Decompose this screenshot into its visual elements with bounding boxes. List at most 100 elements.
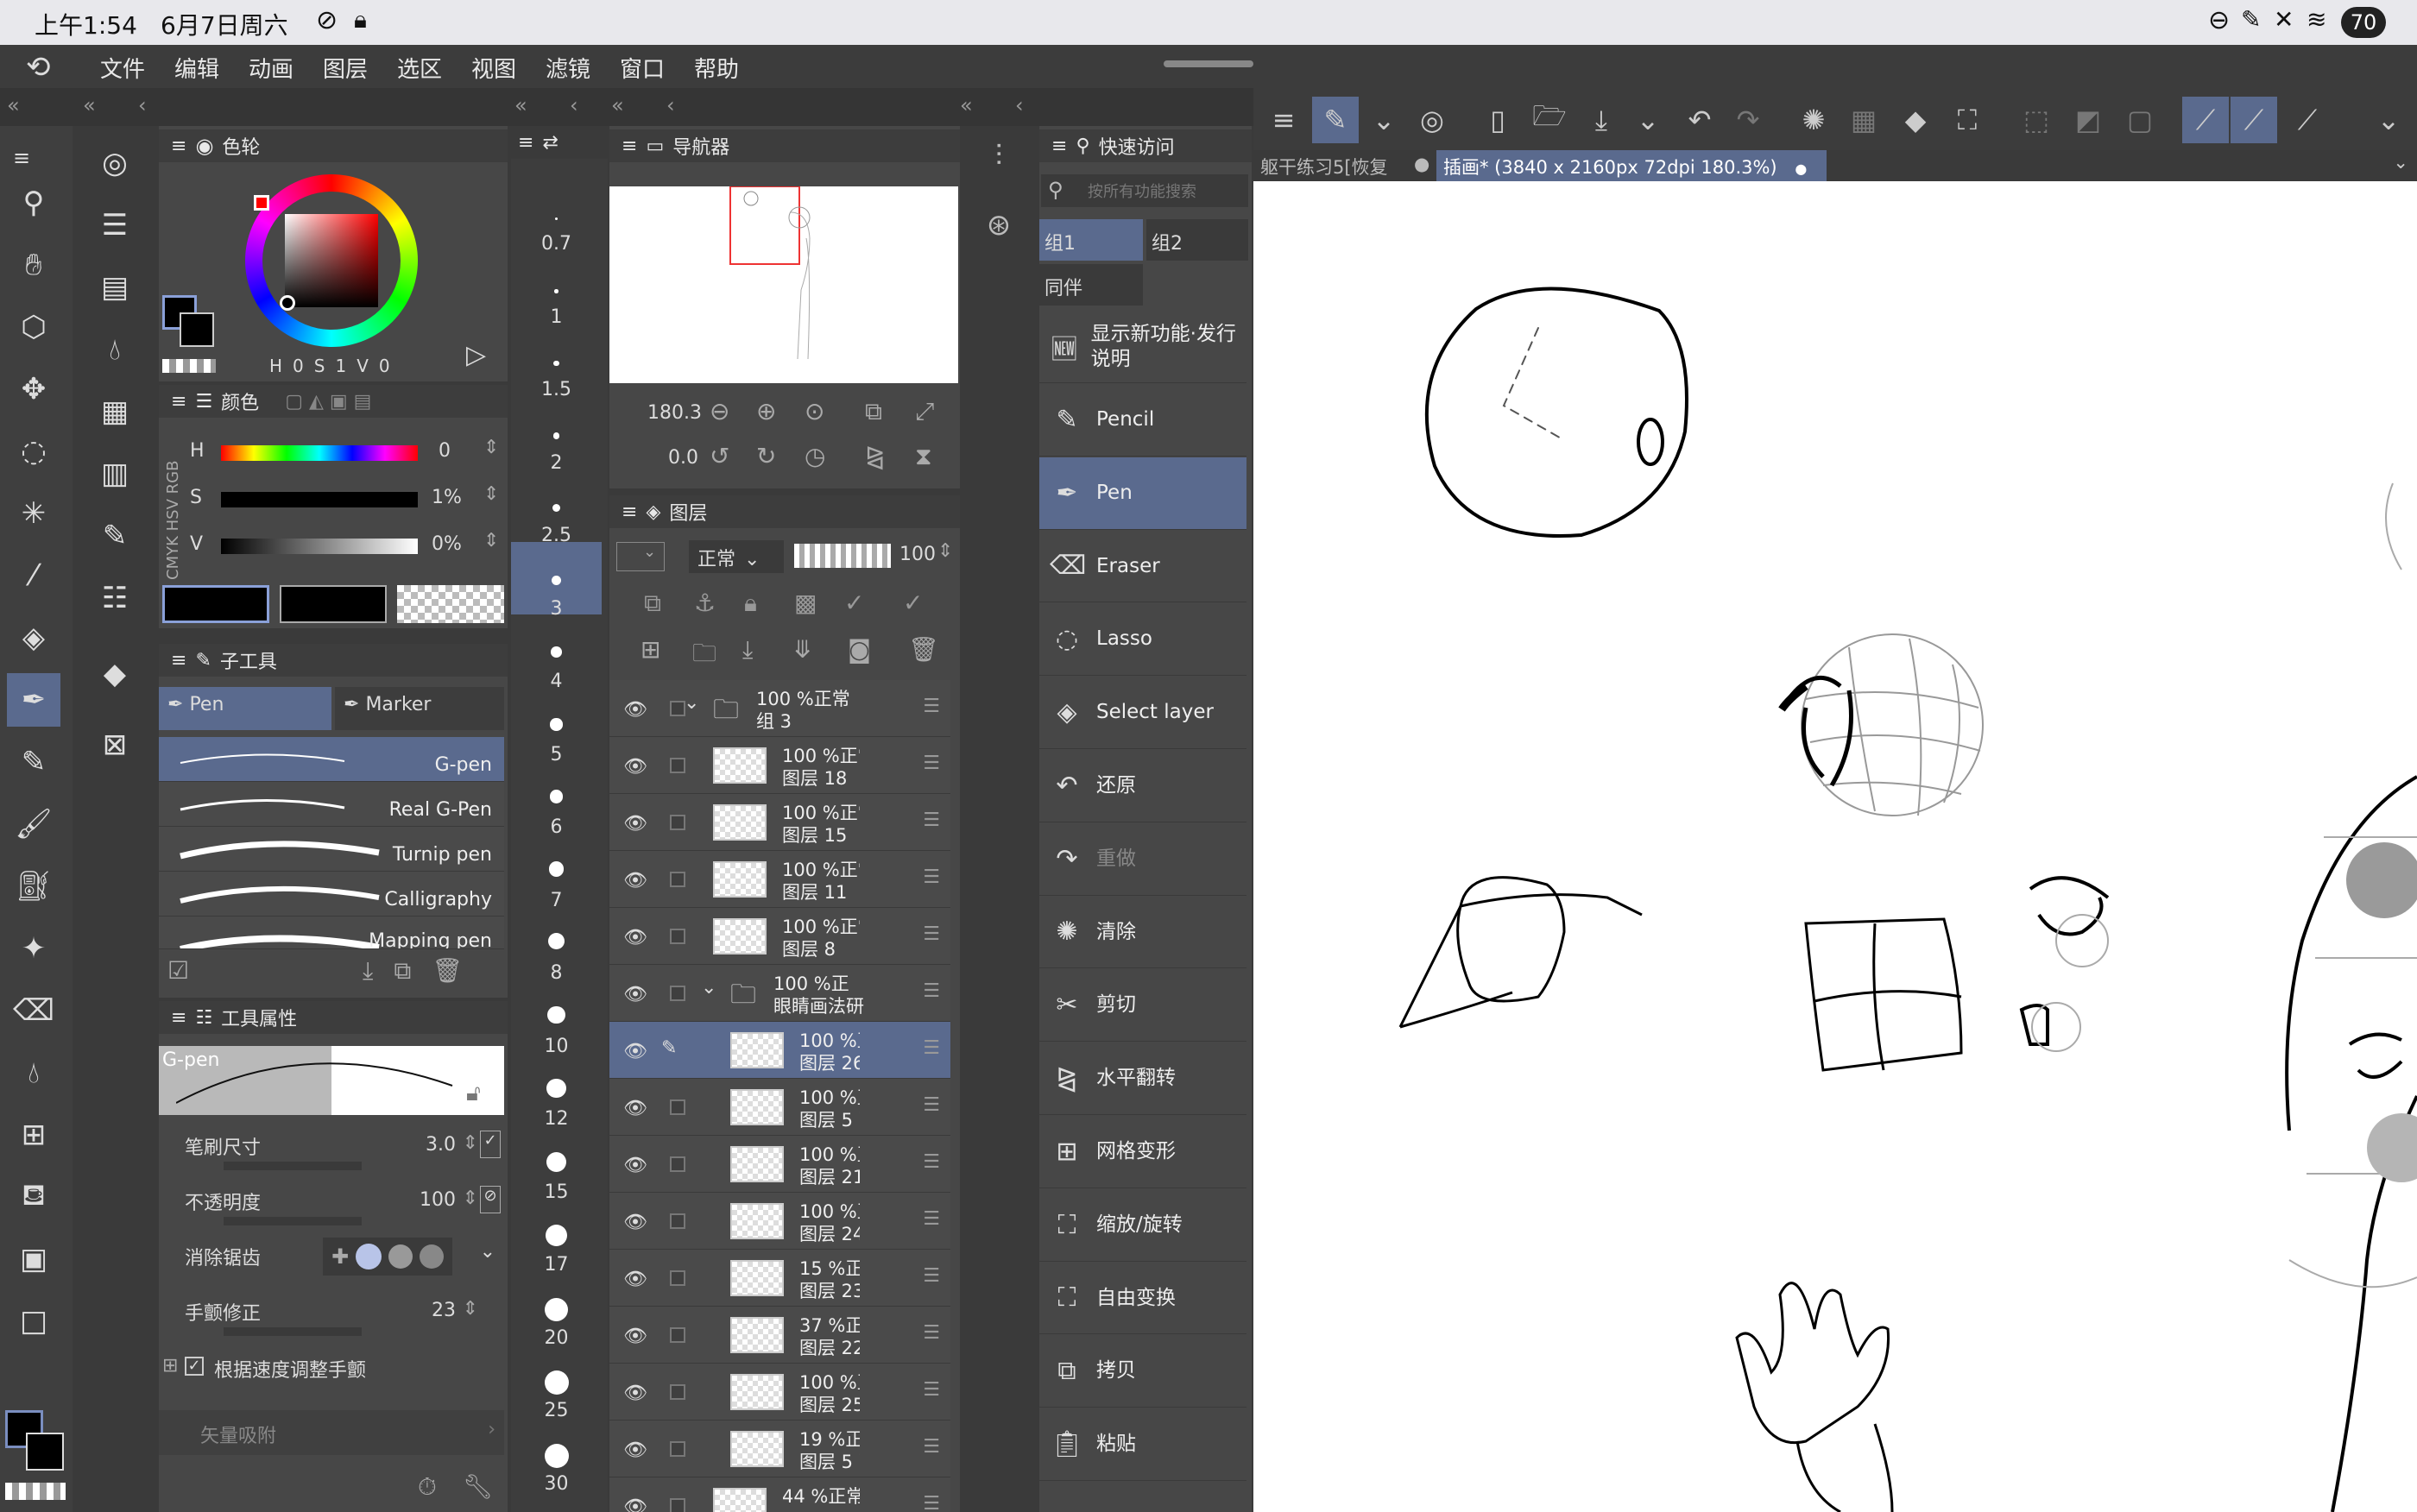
- redo-icon[interactable]: ↷: [1725, 97, 1771, 143]
- move-icon[interactable]: ✥: [7, 362, 60, 416]
- trash-icon[interactable]: 🗑︎: [432, 956, 463, 986]
- invert-selection-icon[interactable]: ◩: [2065, 97, 2111, 143]
- flip-horizontal-icon[interactable]: ⧎: [865, 442, 885, 470]
- chevron-right-icon[interactable]: ›: [488, 1419, 495, 1440]
- zoom-out-icon[interactable]: ⊖: [710, 397, 729, 425]
- chevron-down-icon[interactable]: ⌄: [684, 692, 699, 714]
- visibility-eye-icon[interactable]: 👁︎: [623, 870, 647, 891]
- qa-tab-companion[interactable]: 同伴: [1039, 264, 1143, 306]
- panel-menu-icon[interactable]: ≡: [171, 135, 186, 157]
- magic-wand-icon[interactable]: ✳: [7, 487, 60, 540]
- layer-select-checkbox[interactable]: [670, 758, 685, 773]
- visibility-eye-icon[interactable]: 👁︎: [623, 1383, 647, 1404]
- layer-select-checkbox[interactable]: [670, 1156, 685, 1172]
- drawing-canvas[interactable]: [1253, 181, 2417, 1512]
- eyedropper-icon[interactable]: ⁄: [7, 549, 60, 602]
- brush-real-gpen[interactable]: Real G-Pen: [159, 782, 504, 827]
- quick-access-search[interactable]: ⚲ 按所有功能搜索: [1041, 174, 1248, 207]
- panel-menu-icon[interactable]: ≡: [622, 135, 637, 157]
- color-history-icon[interactable]: ▦: [88, 385, 142, 438]
- layer-menu-icon[interactable]: ☰: [923, 1037, 940, 1059]
- material-icon[interactable]: ▥: [88, 447, 142, 501]
- sub-color-swatch[interactable]: [26, 1433, 64, 1471]
- layer-menu-icon[interactable]: ☰: [923, 1436, 940, 1458]
- antialias-strong-icon[interactable]: [420, 1244, 445, 1269]
- quick-access-item[interactable]: 📋︎ 粘贴: [1039, 1408, 1246, 1481]
- blend-icon[interactable]: 💧︎: [7, 1046, 60, 1099]
- duplicate-icon[interactable]: ⧉: [394, 956, 411, 986]
- qa-tab-group1[interactable]: 组1: [1039, 219, 1143, 261]
- companion-icon[interactable]: ◎: [1409, 97, 1455, 143]
- sat-slider-track[interactable]: [221, 492, 418, 507]
- zoom-icon[interactable]: ⚲: [7, 176, 60, 230]
- collapse-left-icon[interactable]: «: [83, 93, 96, 117]
- 3d-object-icon[interactable]: ⬡: [7, 300, 60, 354]
- antialias-none-icon[interactable]: ✚: [331, 1244, 349, 1269]
- panel-menu-icon[interactable]: ≡: [171, 1007, 186, 1029]
- brush-size-preset[interactable]: 1.5: [511, 379, 602, 400]
- edit-mode-icon[interactable]: ✎: [1312, 97, 1359, 143]
- menu-selection[interactable]: 选区: [397, 52, 442, 84]
- visibility-eye-icon[interactable]: 👁︎: [623, 1440, 647, 1461]
- wrench-icon[interactable]: 🔧︎: [463, 1472, 494, 1502]
- figure-icon[interactable]: ⊞: [7, 1108, 60, 1162]
- quick-access-item[interactable]: ↷ 重做: [1039, 823, 1246, 896]
- brush-size-preset[interactable]: 10: [511, 1036, 602, 1057]
- menu-edit[interactable]: 编辑: [174, 52, 219, 84]
- undo-icon[interactable]: ↶: [1676, 97, 1723, 143]
- layer-opacity-slider[interactable]: [794, 544, 891, 568]
- chevron-down-icon[interactable]: ⌄: [480, 1241, 495, 1263]
- panel-menu-icon[interactable]: ≡: [518, 132, 533, 154]
- visibility-eye-icon[interactable]: 👁︎: [623, 756, 647, 778]
- layer-folder-row[interactable]: 👁︎ ⌄ 🗀︎ 100 %正常组 3 ☰: [609, 680, 950, 737]
- menu-window[interactable]: 窗口: [620, 52, 665, 84]
- visibility-eye-icon[interactable]: 👁︎: [623, 984, 647, 1005]
- brush-size-preset[interactable]: 6: [511, 816, 602, 838]
- qa-tab-group2[interactable]: 组2: [1146, 219, 1248, 261]
- rotate-left-icon[interactable]: ↺: [710, 442, 729, 470]
- blend-mode-select[interactable]: 正常 ⌄: [689, 540, 784, 573]
- brush-size-preset[interactable]: 5: [511, 744, 602, 765]
- layer-select-checkbox[interactable]: [670, 872, 685, 887]
- hamburger-icon[interactable]: ≡: [1260, 97, 1307, 143]
- chevron-left-icon[interactable]: ‹: [666, 93, 675, 117]
- decoration-icon[interactable]: ✦: [7, 922, 60, 975]
- opacity-toggle-icon[interactable]: ⊘: [480, 1186, 501, 1213]
- snap-grid-icon[interactable]: ⟋: [2284, 97, 2331, 143]
- layer-row[interactable]: 👁︎100 %正常图层 18☰: [609, 737, 950, 794]
- tool-property-tab-icon[interactable]: ☷: [88, 571, 142, 625]
- menu-file[interactable]: 文件: [100, 52, 145, 84]
- hue-slider-track[interactable]: [221, 445, 418, 461]
- select-layer-icon[interactable]: ◈: [7, 611, 60, 665]
- slider-row-h[interactable]: H 0 ⇕: [190, 437, 501, 471]
- stepper-icon[interactable]: ⇕: [483, 530, 499, 551]
- gradient-icon[interactable]: ▣: [7, 1232, 60, 1286]
- visibility-eye-icon[interactable]: 👁︎: [623, 1041, 647, 1062]
- visibility-eye-icon[interactable]: 👁︎: [623, 1155, 647, 1176]
- stepper-icon[interactable]: ⇕: [483, 437, 499, 458]
- brush-size-preset[interactable]: 25: [511, 1400, 602, 1421]
- layer-row[interactable]: 👁︎37 %正图层 22 副☰: [609, 1307, 950, 1364]
- layer-row[interactable]: 👁︎100 %正常图层 15☰: [609, 794, 950, 851]
- brush-gpen[interactable]: G-pen: [159, 737, 504, 782]
- fill-icon[interactable]: ◆: [1892, 97, 1939, 143]
- quick-access-item[interactable]: ✂ 剪切: [1039, 969, 1246, 1043]
- open-file-icon[interactable]: 🗁︎: [1526, 97, 1573, 143]
- stepper-icon[interactable]: ⇕: [463, 1132, 478, 1154]
- layer-menu-icon[interactable]: ☰: [923, 923, 940, 945]
- antialias-row[interactable]: 消除锯齿 ✚ ⌄: [159, 1234, 504, 1289]
- quick-access-item[interactable]: ↶ 还原: [1039, 750, 1246, 822]
- panel-menu-icon[interactable]: ≡: [622, 501, 637, 523]
- eraser-icon[interactable]: ⌫: [7, 984, 60, 1037]
- layer-row[interactable]: 👁︎15 %正图层 23 副☰: [609, 1250, 950, 1307]
- layer-row[interactable]: 👁︎100 %正常图层 8☰: [609, 908, 950, 965]
- stepper-icon[interactable]: ⇕: [463, 1188, 478, 1209]
- layer-property-icon[interactable]: ◆: [88, 647, 142, 701]
- transform-icon[interactable]: ⛶: [1944, 97, 1991, 143]
- layer-folder-row[interactable]: 👁︎ ⌄ 🗀︎ 100 %正 眼睛画法研 ☰: [609, 965, 950, 1022]
- stepper-icon[interactable]: ⇕: [463, 1298, 478, 1320]
- menu-filter[interactable]: 滤镜: [546, 52, 590, 84]
- opacity-slider[interactable]: [224, 1217, 362, 1225]
- sv-marker[interactable]: [280, 295, 295, 311]
- color-set-dropdown[interactable]: ⌄: [616, 542, 665, 571]
